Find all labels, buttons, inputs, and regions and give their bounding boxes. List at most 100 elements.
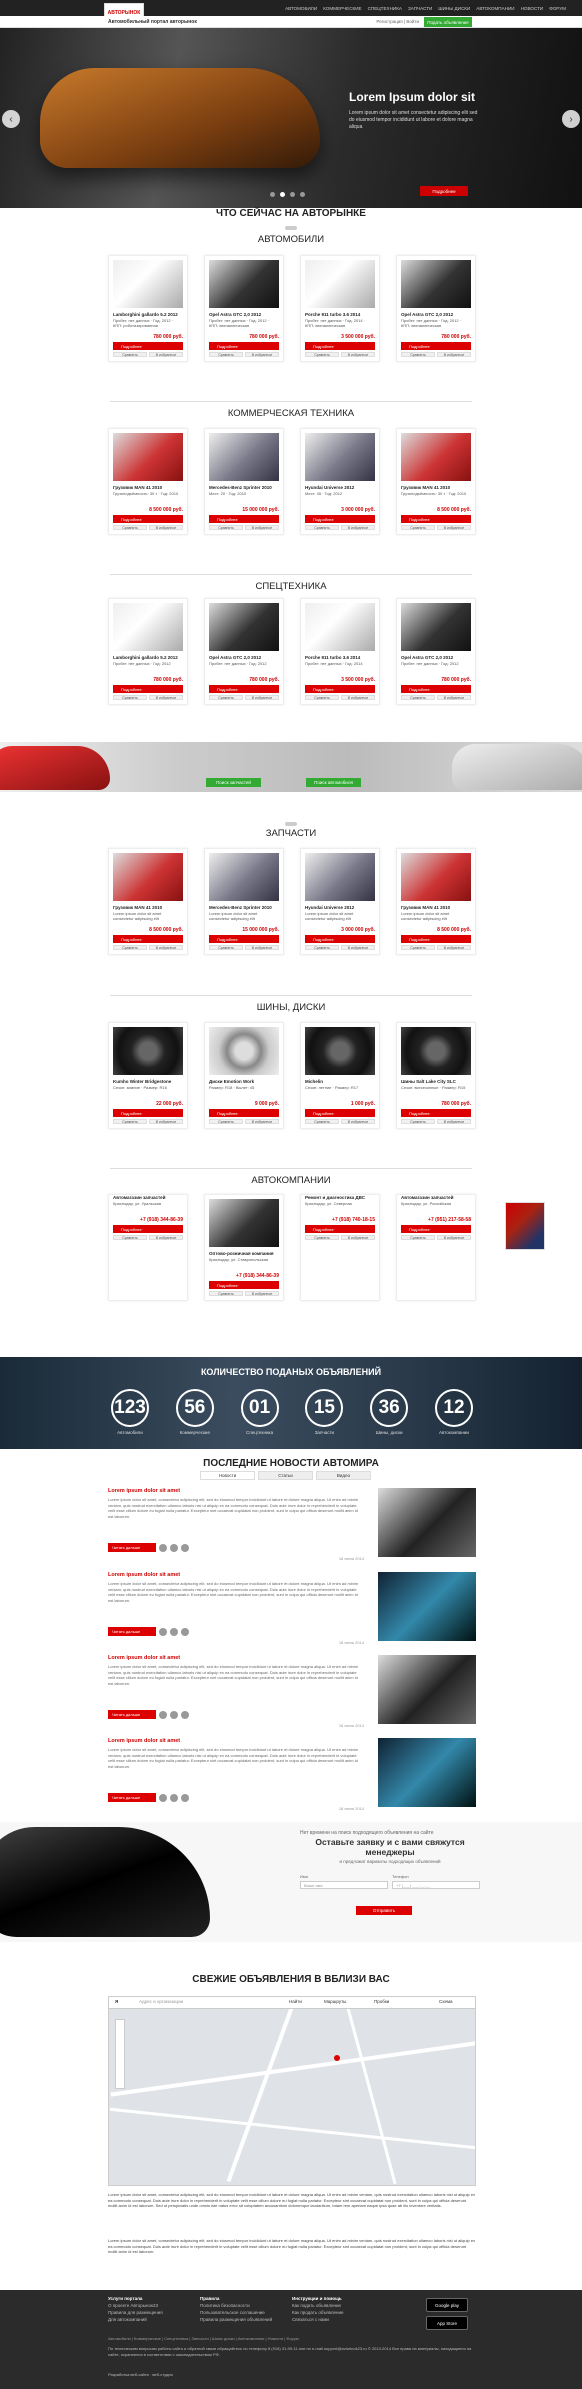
news-headline[interactable]: Lorem ipsum dolor sit amet [108,1655,363,1661]
compare-button[interactable]: Сравнить [401,352,435,357]
details-button[interactable]: Подробнее [113,1109,183,1117]
auth-links[interactable]: Регистрация | Войти [376,19,419,24]
details-button[interactable]: Подробнее [209,342,279,350]
map-traffic-button[interactable]: Пробки [374,1999,389,2004]
map-widget[interactable]: Я Адрес и организации Найти Маршруты Про… [108,1996,476,2186]
footer-link[interactable]: Как продать объявление [292,2310,343,2315]
nav-item[interactable]: Запчасти [408,6,432,11]
compare-button[interactable]: Сравнить [209,525,243,530]
details-button[interactable]: Подробнее [305,685,375,693]
footer-link[interactable]: Как подать объявление [292,2303,341,2308]
listing-card[interactable]: Opel Astra GTC 2,0 2012 Пробег: нет данны… [396,598,476,705]
listing-card[interactable]: Автомагазин запчастей Краснодар, ул. Урал… [108,1194,257,1301]
listing-photo[interactable] [209,433,279,481]
read-more-button[interactable]: Читать дальше [108,1710,156,1719]
favorite-button[interactable]: В избранное [149,695,183,700]
listing-photo[interactable] [113,260,183,308]
share-icon[interactable] [181,1627,189,1636]
listing-title[interactable]: Lamborghini gallardo 5.2 2012 [109,312,187,317]
footer-link[interactable]: Связаться с нами [292,2317,329,2322]
share-icon[interactable] [181,1793,189,1802]
listing-card[interactable]: Lamborghini gallardo 5.2 2012 Пробег: нет… [108,598,188,705]
details-button[interactable]: Подробнее [113,1225,183,1233]
compare-button[interactable]: Сравнить [305,695,339,700]
compare-button[interactable]: Сравнить [305,1119,339,1124]
details-button[interactable]: Подробнее [401,515,471,523]
details-button[interactable]: Подробнее [401,935,471,943]
compare-button[interactable]: Сравнить [113,352,147,357]
listing-card[interactable]: Lamborghini gallardo 5.2 2012 Пробег: нет… [108,255,188,362]
details-button[interactable]: Подробнее [305,342,375,350]
details-button[interactable]: Подробнее [305,515,375,523]
listing-card[interactable]: Porche 911 turbo 3.6 2014 Пробег: нет дан… [300,598,380,705]
compare-button[interactable]: Сравнить [113,945,147,950]
footer-link[interactable]: О проекте Авторынок23 [108,2303,158,2308]
listing-card[interactable]: Диски Emotion Work Размер: R18 · Вылет: 4… [204,1022,284,1129]
read-more-button[interactable]: Читать дальше [108,1793,156,1802]
compare-button[interactable]: Сравнить [209,352,243,357]
listing-card[interactable]: Opel Astra GTC 2,0 2012 Пробег: нет данны… [204,255,284,362]
listing-card[interactable]: Opel Astra GTC 2,0 2012 Пробег: нет данны… [396,255,476,362]
favorite-button[interactable]: В избранное [341,352,375,357]
compare-button[interactable]: Сравнить [401,1119,435,1124]
listing-card[interactable]: Оптово-розничная компания Краснодар, ул. … [204,1194,284,1301]
listing-title[interactable]: Оптово-розничная компания [205,1251,283,1256]
listing-card[interactable]: Грузовик MAN 41 2010 Грузоподъёмность: 30… [108,428,188,535]
tab-news[interactable]: Новости [200,1471,255,1480]
footer-link[interactable]: Для автокомпаний [108,2317,147,2322]
map-route-button[interactable]: Маршруты [324,1999,346,2004]
google-play-badge[interactable]: Google play [426,2298,468,2312]
favorite-button[interactable]: В избранное [149,1235,183,1240]
favorite-button[interactable]: В избранное [149,352,183,357]
news-headline[interactable]: Lorem ipsum dolor sit amet [108,1572,363,1578]
share-icon[interactable] [159,1627,167,1636]
news-image[interactable] [378,1655,476,1724]
share-icon[interactable] [170,1710,178,1719]
footer-nav[interactable]: Автомобили | Коммерческие | Спецтехника … [108,2336,476,2342]
favorite-button[interactable]: В избранное [341,945,375,950]
listing-photo[interactable] [113,853,183,901]
listing-card[interactable]: Porche 911 turbo 3.6 2014 Пробег: нет дан… [300,255,380,362]
compare-button[interactable]: Сравнить [305,525,339,530]
listing-photo[interactable] [305,260,375,308]
details-button[interactable]: Подробнее [113,515,183,523]
listing-photo[interactable] [209,853,279,901]
footer-link[interactable]: Пользовательское соглашение [200,2310,265,2315]
favorite-button[interactable]: В избранное [437,525,471,530]
favorite-button[interactable]: В избранное [245,525,279,530]
news-tabs[interactable]: Новости Статьи Видео [200,1471,371,1480]
favorite-button[interactable]: В избранное [245,1119,279,1124]
favorite-button[interactable]: В избранное [149,945,183,950]
listing-card[interactable]: Kumho Winter Bridgestone Сезон: зимние · … [108,1022,188,1129]
map-layers-button[interactable]: Схема [439,1999,453,2004]
slider-dots[interactable] [270,192,305,197]
details-button[interactable]: Подробнее [113,342,183,350]
news-image[interactable] [378,1738,476,1807]
details-button[interactable]: Подробнее [305,935,375,943]
tab-articles[interactable]: Статьи [258,1471,313,1480]
footer-link[interactable]: Политика безопасности [200,2303,250,2308]
share-icon[interactable] [170,1627,178,1636]
favorite-button[interactable]: В избранное [437,945,471,950]
favorite-button[interactable]: В избранное [245,695,279,700]
compare-button[interactable]: Сравнить [209,695,243,700]
share-icon[interactable] [159,1710,167,1719]
listing-photo[interactable] [209,603,279,651]
compare-button[interactable]: Сравнить [113,1119,147,1124]
nav-item[interactable]: Форум [549,6,566,11]
listing-photo[interactable] [401,603,471,651]
news-image[interactable] [378,1488,476,1557]
listing-card[interactable]: Opel Astra GTC 2,0 2012 Пробег: нет данны… [204,598,284,705]
hero-more-button[interactable]: Подробнее [420,186,468,196]
compare-button[interactable]: Сравнить [209,945,243,950]
listing-card[interactable]: Шины Salt Lake City SLC Сезон: всесезонны… [396,1022,476,1129]
share-icon[interactable] [159,1543,167,1552]
read-more-button[interactable]: Читать дальше [108,1627,156,1636]
favorite-button[interactable]: В избранное [341,1119,375,1124]
news-headline[interactable]: Lorem ipsum dolor sit amet [108,1488,363,1494]
details-button[interactable]: Подробнее [305,1225,375,1233]
share-icon[interactable] [159,1793,167,1802]
tab-video[interactable]: Видео [316,1471,371,1480]
slider-prev-icon[interactable]: ‹ [2,110,20,128]
favorite-button[interactable]: В избранное [341,695,375,700]
